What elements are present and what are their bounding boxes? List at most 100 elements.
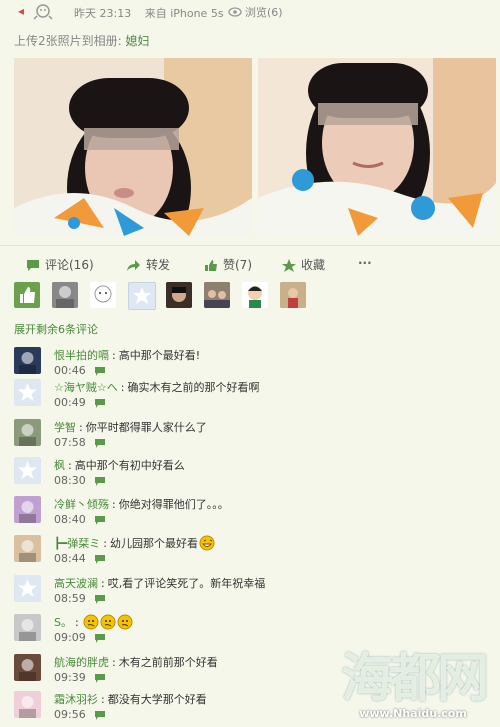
favorite-button-label: 收藏 (301, 258, 326, 272)
comment-colon: : (112, 498, 116, 511)
commenter-avatar[interactable] (14, 614, 41, 641)
commenter-avatar[interactable] (14, 419, 41, 446)
watermark-url: www.Nhaidu.com (359, 707, 467, 720)
liker-avatar-4[interactable] (204, 282, 230, 308)
view-count: 浏览(6) (228, 4, 283, 20)
comment-time: 09:39 (54, 671, 86, 684)
comment-item: ┣━弹栞ミ: 幼儿园那个最好看 08:44 (14, 533, 494, 571)
watermark-logo: 海都网 (340, 648, 489, 709)
reply-icon[interactable] (94, 476, 106, 487)
reply-icon[interactable] (94, 594, 106, 605)
liker-thumb-icon[interactable] (14, 282, 40, 308)
comment-colon: : (120, 381, 125, 394)
comment-text: 你平时都得罪人家什么了 (85, 421, 207, 434)
liker-avatar-5[interactable] (242, 282, 268, 308)
reply-icon[interactable] (94, 554, 106, 565)
album-link[interactable]: 媳妇 (126, 34, 150, 48)
share-button[interactable]: 转发 (126, 256, 170, 273)
post-source: 来自 iPhone 5s (144, 7, 224, 20)
photo-1[interactable] (14, 58, 252, 236)
comment-colon: : (112, 656, 116, 669)
comment-icon (27, 260, 39, 271)
comment-time: 08:30 (54, 474, 86, 487)
comment-line: 高天波澜: 哎,看了评论笑死了。新年祝幸福 (54, 575, 265, 591)
like-button[interactable]: 赞(7) (204, 256, 252, 273)
section-divider (0, 245, 500, 246)
liker-avatar-default[interactable] (128, 282, 156, 310)
comment-time: 08:59 (54, 592, 86, 605)
share-button-label: 转发 (146, 258, 171, 272)
comment-text: 高中那个最好看! (118, 349, 201, 362)
comment-text: 确实木有之前的那个好看啊 (127, 381, 260, 394)
comment-button[interactable]: 评论(16) (26, 256, 94, 273)
share-icon (127, 260, 140, 271)
comment-time: 00:49 (54, 396, 86, 409)
reply-icon[interactable] (94, 398, 106, 409)
commenter-avatar[interactable] (14, 379, 41, 406)
reply-icon[interactable] (94, 515, 106, 526)
comment-colon: : (68, 459, 72, 472)
watermark: 海都网 www.Nhaidu.com (338, 648, 489, 721)
comment-line: 霜沐羽衫: 都没有大学那个好看 (54, 691, 207, 707)
favorite-button[interactable]: 收藏 (282, 256, 325, 273)
comment-time: 08:40 (54, 513, 86, 526)
reply-icon[interactable] (94, 366, 106, 377)
comment-text: 都没有大学那个好看 (107, 693, 207, 706)
photo-1-image (14, 58, 252, 236)
commenter-avatar[interactable] (14, 654, 41, 681)
reply-icon[interactable] (94, 673, 106, 684)
comment-item: 高天波澜: 哎,看了评论笑死了。新年祝幸福 08:59 (14, 573, 494, 611)
comment-colon: : (79, 421, 83, 434)
more-button[interactable]: ··· (358, 256, 372, 270)
photo-2-image (258, 58, 496, 236)
reply-icon[interactable] (94, 438, 106, 449)
comment-text: 幼儿园那个最好看 (109, 537, 198, 550)
commenter-name[interactable]: 霜沐羽衫 (54, 693, 98, 706)
commenter-name[interactable]: 高天波澜 (54, 577, 98, 590)
comment-text: 高中那个有初中好看么 (74, 459, 185, 472)
expand-comments-link[interactable]: 展开剩余6条评论 (14, 321, 98, 337)
commenter-name[interactable]: 学智 (54, 421, 76, 434)
commenter-avatar[interactable] (14, 347, 41, 374)
comment-colon: : (112, 349, 116, 362)
user-avatar-icon[interactable] (32, 2, 54, 20)
commenter-name[interactable]: 冷鲜丶倾殇 (54, 498, 109, 511)
liker-avatar-3[interactable] (166, 282, 192, 308)
commenter-name[interactable]: 枫 (54, 459, 65, 472)
commenter-avatar[interactable] (14, 535, 41, 562)
comment-text: 木有之前前那个好看 (118, 656, 218, 669)
upload-prefix: 上传2张照片到相册: (14, 34, 122, 48)
liker-avatar-1[interactable] (52, 282, 78, 308)
commenter-avatar[interactable] (14, 496, 41, 523)
comment-line: 学智: 你平时都得罪人家什么了 (54, 419, 207, 435)
commenter-avatar[interactable] (14, 691, 41, 718)
comment-time: 07:58 (54, 436, 86, 449)
thinking-emoji-icon (117, 614, 133, 633)
commenter-name[interactable]: 恨半拍的嗝 (54, 349, 109, 362)
comment-line: 枫: 高中那个有初中好看么 (54, 457, 185, 473)
comment-item: ☆海ヤ贼☆へ: 确实木有之前的那个好看啊 00:49 (14, 377, 494, 415)
comment-line: 航海的胖虎: 木有之前前那个好看 (54, 654, 218, 670)
back-arrow-icon[interactable]: ◂ (18, 4, 24, 18)
comment-time: 00:46 (54, 364, 86, 377)
commenter-name[interactable]: ☆海ヤ贼☆へ (54, 381, 118, 394)
reply-icon[interactable] (94, 710, 106, 721)
comment-item: S。: 09:09 (14, 612, 494, 650)
comment-text: 你绝对得罪他们了。。。 (118, 498, 229, 511)
reply-icon[interactable] (94, 633, 106, 644)
liker-avatar-2[interactable] (90, 282, 116, 308)
commenter-avatar[interactable] (14, 575, 41, 602)
post-header: ◂ 昨天 23:13 来自 iPhone 5s 浏览(6) (0, 0, 500, 24)
commenter-name[interactable]: ┣━弹栞ミ (54, 537, 100, 550)
comment-item: 枫: 高中那个有初中好看么 08:30 (14, 455, 494, 493)
comment-text: 哎,看了评论笑死了。新年祝幸福 (107, 577, 266, 590)
liker-avatar-6[interactable] (280, 282, 306, 308)
commenter-name[interactable]: S。 (54, 616, 72, 629)
commenter-name[interactable]: 航海的胖虎 (54, 656, 109, 669)
post-time: 昨天 23:13 (74, 7, 132, 20)
photo-2[interactable] (258, 58, 496, 236)
comment-button-label: 评论(16) (45, 258, 94, 272)
thumb-up-icon (205, 260, 217, 271)
comment-line: 冷鲜丶倾殇: 你绝对得罪他们了。。。 (54, 496, 229, 512)
commenter-avatar[interactable] (14, 457, 41, 484)
